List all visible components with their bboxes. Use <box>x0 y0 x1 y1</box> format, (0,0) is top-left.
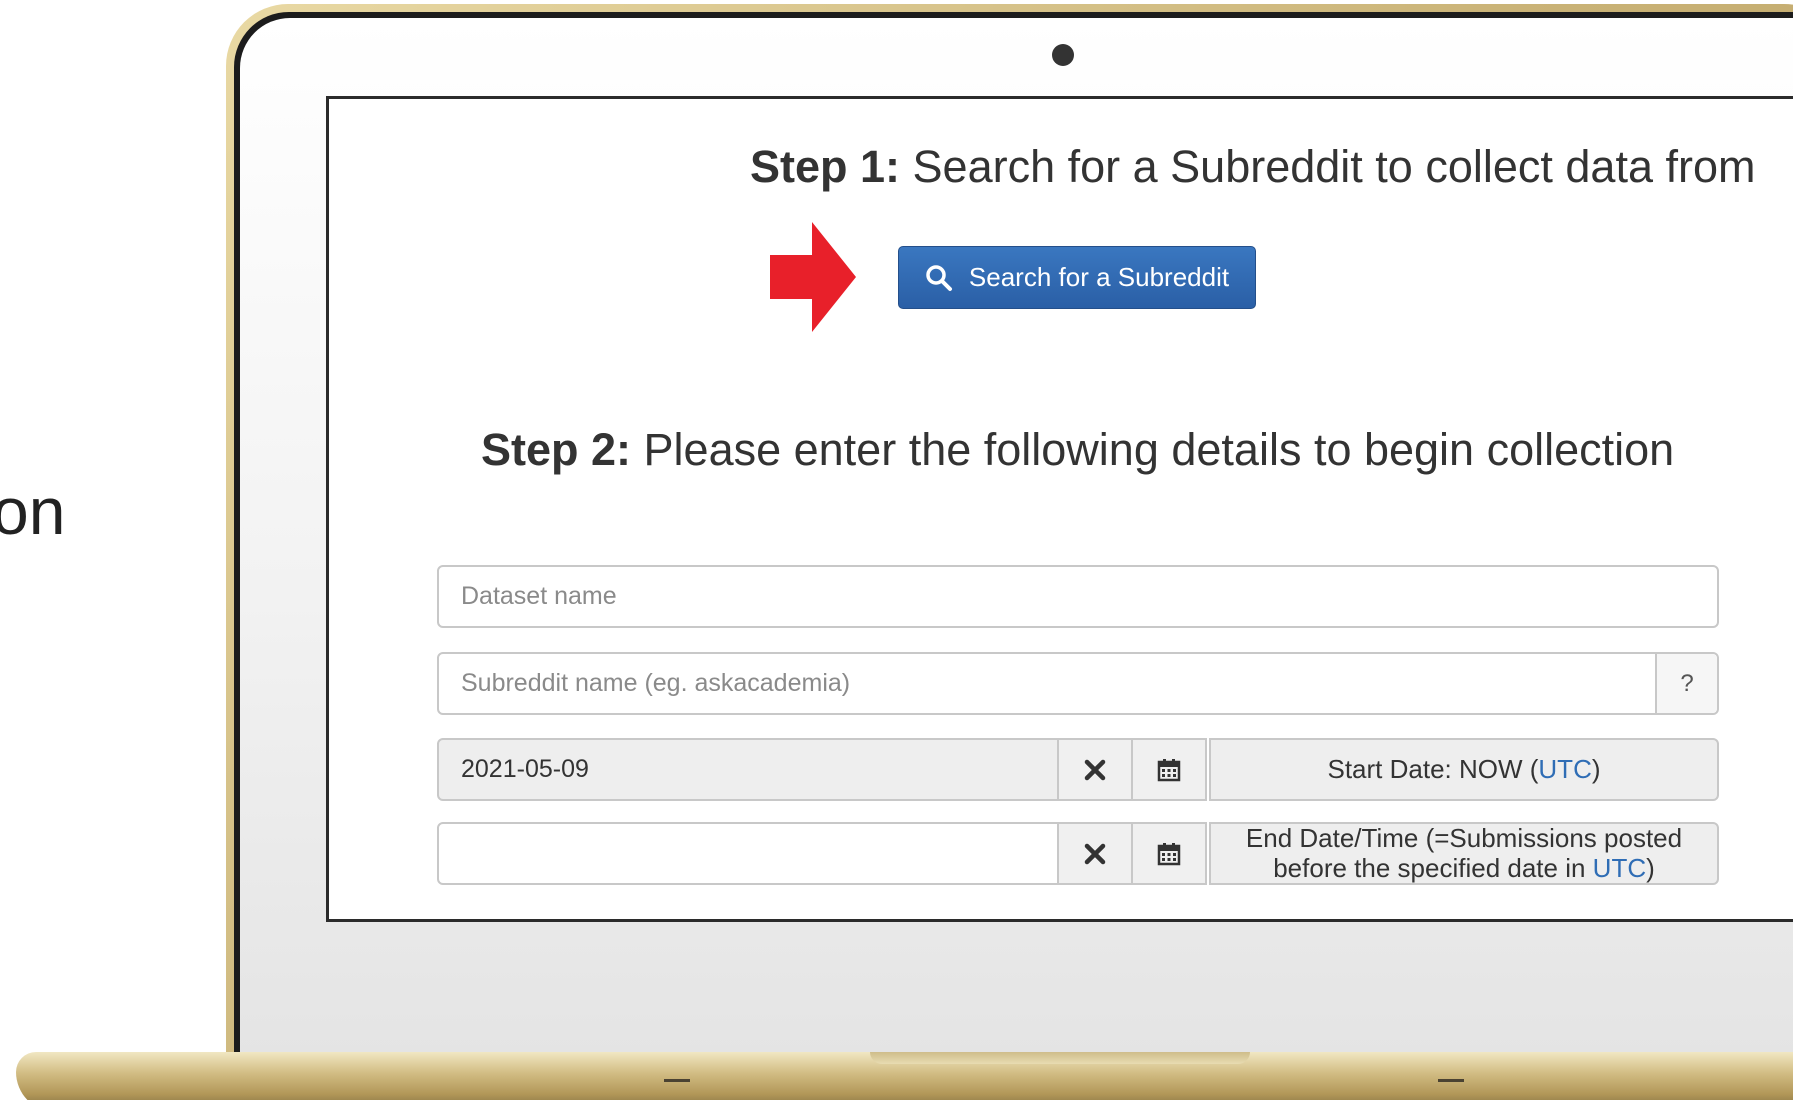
stage: on Step 1: Search for a Subreddit to col… <box>0 0 1793 1100</box>
end-date-calendar-button[interactable] <box>1133 822 1207 885</box>
end-date-label-line1: End Date/Time (=Submissions posted <box>1245 823 1683 854</box>
red-arrow-icon <box>770 222 856 332</box>
step1-heading: Step 1: Search for a Subreddit to collec… <box>329 141 1793 193</box>
end-date-field <box>437 822 1059 885</box>
search-button-label: Search for a Subreddit <box>968 262 1230 292</box>
start-date-label: Start Date: NOW (UTC) <box>1209 738 1719 801</box>
end-date-label-line2: before the specified date in UTC) <box>1246 852 1682 883</box>
end-date-label-line2-prefix: before the specified date in <box>1273 852 1593 883</box>
utc-link[interactable]: UTC <box>1538 754 1591 784</box>
calendar-icon <box>1157 842 1181 865</box>
dataset-name-field <box>437 565 1719 628</box>
camera-icon <box>1052 44 1074 66</box>
search-subreddit-button[interactable]: Search for a Subreddit <box>898 246 1256 309</box>
step2-heading: Step 2: Please enter the following detai… <box>329 424 1793 476</box>
close-icon <box>1084 843 1106 864</box>
laptop-foot-right <box>1438 1079 1464 1082</box>
start-date-label-prefix: Start Date: NOW ( <box>1327 753 1539 784</box>
end-date-label-suffix: ) <box>1646 852 1655 883</box>
end-date-row: End Date/Time (=Submissions posted befor… <box>437 822 1719 885</box>
laptop-foot-left <box>664 1079 690 1082</box>
dataset-name-input[interactable] <box>439 567 1717 626</box>
step1-label: Step 1: <box>750 141 901 192</box>
utc-link[interactable]: UTC <box>1593 853 1646 883</box>
calendar-icon <box>1157 758 1181 781</box>
subreddit-name-field: ? <box>437 652 1719 715</box>
start-date-input[interactable] <box>439 740 1057 799</box>
close-icon <box>1084 759 1106 780</box>
step2-text: Please enter the following details to be… <box>631 424 1675 475</box>
start-date-field <box>437 738 1059 801</box>
search-icon <box>926 264 952 291</box>
start-date-label-suffix: ) <box>1591 753 1601 784</box>
start-date-calendar-button[interactable] <box>1133 738 1207 801</box>
end-date-label: End Date/Time (=Submissions posted befor… <box>1209 822 1719 885</box>
end-date-clear-button[interactable] <box>1059 822 1133 885</box>
subreddit-name-input[interactable] <box>439 654 1655 713</box>
end-date-input[interactable] <box>439 824 1057 883</box>
laptop-screen: Step 1: Search for a Subreddit to collec… <box>326 96 1793 922</box>
screen-content: Step 1: Search for a Subreddit to collec… <box>329 99 1793 919</box>
subreddit-help-button[interactable]: ? <box>1655 654 1717 713</box>
step1-text: Search for a Subreddit to collect data f… <box>900 141 1756 192</box>
start-date-clear-button[interactable] <box>1059 738 1133 801</box>
cropped-side-text: on <box>0 474 66 548</box>
start-date-row: Start Date: NOW (UTC) <box>437 738 1719 801</box>
laptop-notch <box>870 1052 1250 1064</box>
step2-label: Step 2: <box>481 424 632 475</box>
